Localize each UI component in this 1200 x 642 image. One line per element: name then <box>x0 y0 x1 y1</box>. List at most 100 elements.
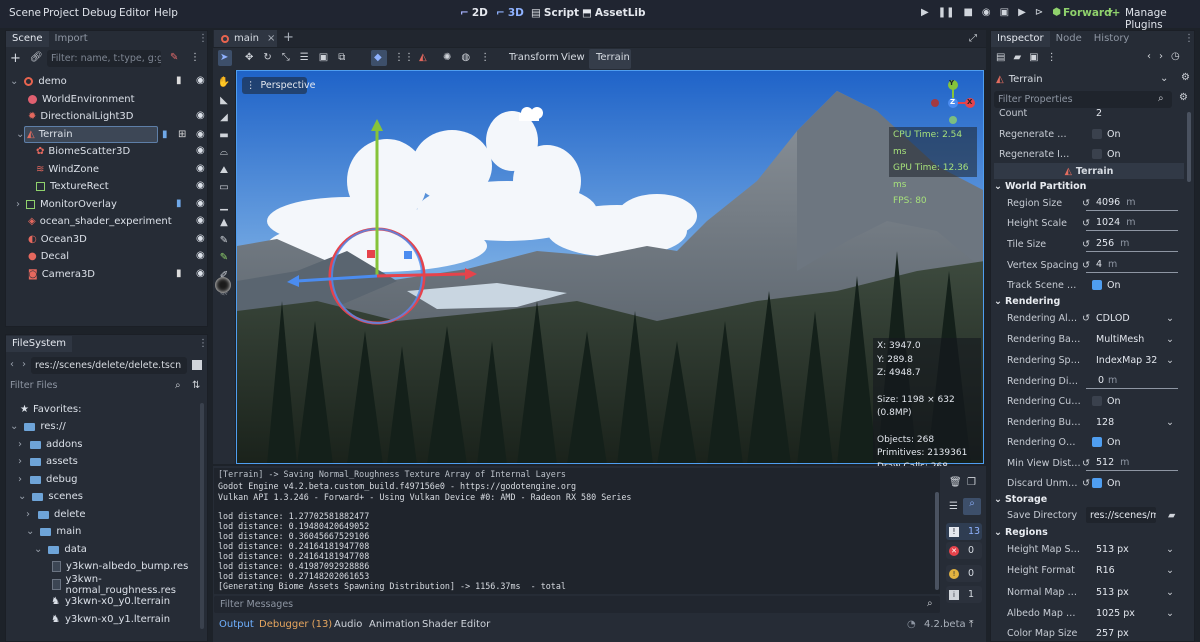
file-item[interactable]: ♞ y3kwn-x0_y0.lterrain <box>6 593 170 610</box>
height-scale-value[interactable]: 1024 m <box>1086 215 1178 231</box>
dock-menu-icon[interactable]: ⋮ <box>198 33 208 44</box>
regenerate-height-checkbox[interactable] <box>1092 129 1102 139</box>
menu-scene[interactable]: Scene <box>9 7 41 19</box>
height-map-size-select[interactable]: 513 px <box>1086 541 1178 557</box>
smooth-icon[interactable]: ⌓ <box>215 144 233 162</box>
sun-icon[interactable]: ✺ <box>443 52 451 63</box>
files-filter-input[interactable]: Filter Files <box>10 380 170 391</box>
save-resource-icon[interactable]: ▣ <box>1029 52 1038 63</box>
save-directory-field[interactable]: res://scenes/m <box>1086 507 1156 523</box>
object-selector[interactable]: ◭ Terrain <box>994 70 1170 88</box>
more-icon[interactable]: ⋮ <box>480 52 490 63</box>
dock-menu-icon[interactable]: ⋮ <box>1184 33 1194 44</box>
rendering-distance-value[interactable]: 0m <box>1086 373 1178 389</box>
tab-shader-editor[interactable]: Shader Editor <box>422 619 490 630</box>
tab-output[interactable]: Output <box>219 619 254 630</box>
collapse-icon[interactable]: ⌄ <box>16 129 24 140</box>
brush-shape-icon[interactable] <box>215 277 231 293</box>
min-view-distance-value[interactable]: 512 m <box>1086 455 1178 471</box>
search-toggle-icon[interactable]: ⌕ <box>963 498 981 515</box>
height-format-select[interactable]: R16 <box>1086 562 1178 578</box>
distraction-free-icon[interactable]: ⤢ <box>969 33 977 44</box>
folder-browse-icon[interactable]: ▰ <box>1168 510 1175 521</box>
tab-history[interactable]: History <box>1088 31 1136 47</box>
tree-item-ocean3d[interactable]: ◐ Ocean3D ◉ <box>6 231 212 248</box>
tab-audio[interactable]: Audio <box>334 619 362 630</box>
visibility-eye-icon[interactable]: ◉ <box>196 163 205 174</box>
path-field[interactable]: res://scenes/delete/delete.tscn <box>31 357 187 374</box>
filesystem-scrollbar[interactable] <box>200 403 204 629</box>
3d-viewport[interactable] <box>236 70 984 464</box>
visibility-eye-icon[interactable]: ◉ <box>196 145 205 156</box>
tree-item-demo[interactable]: ⌄ demo ▮ ◉ <box>6 73 212 90</box>
copy-output-icon[interactable]: ❐ <box>967 477 976 488</box>
discard-unmapped-checkbox[interactable] <box>1092 478 1102 488</box>
visibility-eye-icon[interactable]: ◉ <box>196 215 205 226</box>
lock-icon[interactable]: ▣ <box>319 52 328 63</box>
load-resource-icon[interactable]: ▰ <box>1013 52 1021 63</box>
slope-icon[interactable]: ⛰ <box>215 162 233 180</box>
group-icon[interactable]: ⧉ <box>338 52 345 63</box>
height-icon[interactable]: ▭ <box>215 179 233 197</box>
grid-icon[interactable]: ⊞ <box>178 129 186 140</box>
visibility-eye-icon[interactable]: ◉ <box>196 75 205 86</box>
link-icon[interactable]: 🔗︎ <box>30 52 43 63</box>
tree-item-texturerect[interactable]: TextureRect ◉ <box>6 178 212 195</box>
sort-icon[interactable]: ⇅ <box>192 380 200 391</box>
history-icon[interactable]: ◷ <box>1171 51 1180 62</box>
pause-icon[interactable]: ❚❚ <box>938 7 955 18</box>
region-size-value[interactable]: 4096 m <box>1086 195 1178 211</box>
visibility-eye-icon[interactable]: ◉ <box>196 180 205 191</box>
tab-inspector[interactable]: Inspector <box>991 31 1050 47</box>
paint-icon[interactable]: ▲ <box>215 214 233 232</box>
tree-item-windzone[interactable]: ≋ WindZone ◉ <box>6 161 212 178</box>
tile-size-value[interactable]: 256 m <box>1086 236 1178 252</box>
favorites-item[interactable]: ★ Favorites: <box>6 401 82 418</box>
file-item[interactable]: y3kwn-albedo_bump.res <box>6 558 188 575</box>
clear-output-icon[interactable]: 🗑︎ <box>949 477 962 488</box>
visibility-eye-icon[interactable]: ◉ <box>196 250 205 261</box>
scene-menu-icon[interactable]: ⋮ <box>190 52 200 63</box>
tree-item-directionallight3d[interactable]: ✹ DirectionalLight3D ◉ <box>6 108 212 125</box>
tree-item-monitoroverlay[interactable]: › MonitorOverlay ▮ ◉ <box>6 196 212 213</box>
tab-scene[interactable]: Scene <box>6 31 49 47</box>
play-custom-icon[interactable]: ⊳ <box>1035 7 1043 18</box>
scene-instance-icon[interactable]: ▮ <box>176 268 182 279</box>
folder-delete[interactable]: › delete <box>6 506 86 523</box>
vertex-spacing-value[interactable]: 4m <box>1086 257 1178 273</box>
tab-debugger[interactable]: Debugger (13) <box>259 619 332 630</box>
flatten-icon[interactable]: ▬ <box>215 127 233 145</box>
view-gizmo[interactable]: Y X Z <box>927 79 975 127</box>
color-map-size-select[interactable]: 257 px <box>1086 625 1178 641</box>
tab-animation[interactable]: Animation <box>369 619 420 630</box>
rendering-buffer-select[interactable]: 128 <box>1086 414 1178 430</box>
rendering-splatting-select[interactable]: IndexMap 32 <box>1086 352 1178 368</box>
workspace-2d-button[interactable]: ⌐ 2D <box>460 7 488 19</box>
menu-editor[interactable]: Editor <box>119 7 150 19</box>
menu-help[interactable]: Help <box>154 7 178 19</box>
section-world-partition[interactable]: ⌄ World Partition <box>994 178 1182 194</box>
split-mode-icon[interactable] <box>192 360 202 370</box>
collapse-duplicates-icon[interactable]: ☰ <box>949 501 958 512</box>
play-icon[interactable]: ▶ <box>921 7 929 18</box>
filter-messages-input[interactable] <box>214 596 940 613</box>
list-select-icon[interactable]: ☰ <box>300 52 309 63</box>
tree-item-biomescatter3d[interactable]: ✿ BiomeScatter3D ◉ <box>6 143 212 160</box>
dock-menu-icon[interactable]: ⋮ <box>198 338 208 349</box>
script-icon[interactable]: ▮ <box>176 198 182 209</box>
rendering-algorithm-select[interactable]: CDLOD <box>1086 310 1178 326</box>
folder-debug[interactable]: › debug <box>6 471 78 488</box>
camera-override-icon[interactable]: ⬢ <box>1052 7 1061 18</box>
output-scrollbar[interactable] <box>935 492 939 590</box>
visibility-eye-icon[interactable]: ◉ <box>196 268 205 279</box>
tree-item-decal[interactable]: ● Decal ◉ <box>6 248 212 265</box>
rendering-base-instance-select[interactable]: MultiMesh <box>1086 331 1178 347</box>
tree-item-worldenvironment[interactable]: WorldEnvironment <box>6 91 212 108</box>
brush-icon[interactable]: ✎ <box>215 232 233 250</box>
warnings-filter-button[interactable]: ! 0 <box>946 565 982 582</box>
inspector-scrollbar[interactable] <box>1187 112 1191 182</box>
environment-icon[interactable]: ◍ <box>461 52 470 63</box>
stop-icon[interactable]: ■ <box>963 7 972 18</box>
menu-project[interactable]: Project <box>43 7 79 19</box>
visibility-eye-icon[interactable]: ◉ <box>196 198 205 209</box>
